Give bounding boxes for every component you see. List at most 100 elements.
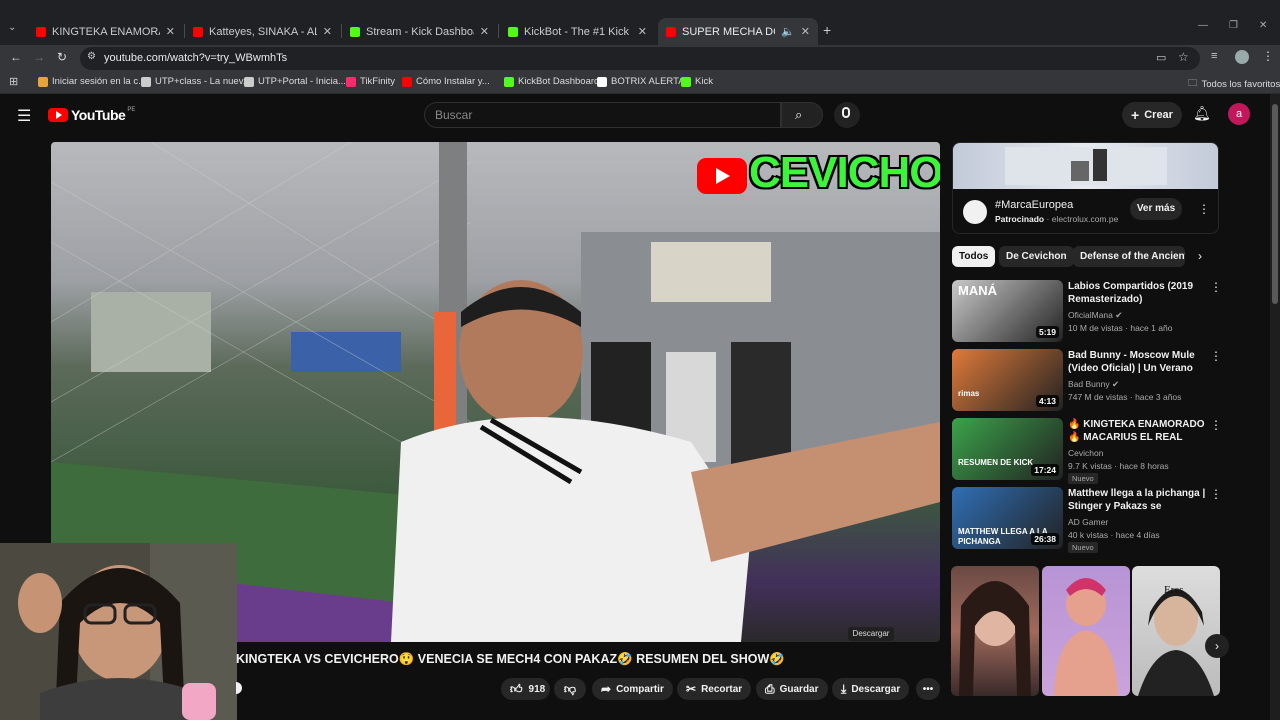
video-thumbnail[interactable]: MANÁ 5:19 — [952, 280, 1063, 342]
omnibox[interactable]: ⚙ youtube.com/watch?v=try_WBwmhTs ▭ ☆ — [80, 47, 1200, 70]
close-icon[interactable]: ✕ — [166, 25, 175, 38]
browser-tab-5-active[interactable]: SUPER MECHA DOTERA 🔈 ✕ — [658, 18, 818, 45]
video-title[interactable]: 🔥 KINGTEKA ENAMORADO🔥 MACARIUS EL REAL C… — [1068, 418, 1208, 445]
like-button[interactable]: 👍︎ 918 — [501, 678, 550, 700]
video-title: KINGTEKA VS CEVICHERO😲 VENECIA SE MECH4 … — [236, 652, 785, 666]
create-button[interactable]: + Crear — [1122, 102, 1182, 128]
search-input[interactable]: Buscar — [424, 102, 781, 128]
scissors-icon: ✂ — [686, 682, 697, 696]
ad-cta-button[interactable]: Ver más — [1130, 198, 1182, 220]
voice-search-button[interactable] — [834, 102, 860, 128]
video-thumbnail[interactable]: rimas 4:13 — [952, 349, 1063, 411]
restore-icon[interactable]: ❐ — [1229, 20, 1238, 31]
bookmark-item[interactable]: Kick — [681, 76, 713, 87]
media-controls-icon[interactable]: ≡ — [1211, 50, 1217, 62]
like-count: 918 — [528, 683, 546, 695]
ad-sponsor-line: Patrocinado · electrolux.com.pe — [995, 214, 1119, 224]
url-text[interactable]: youtube.com/watch?v=try_WBwmhTs — [104, 52, 287, 64]
recommended-video[interactable]: MANÁ 5:19 Labios Compartidos (2019 Remaste… — [952, 280, 1222, 344]
bookmark-item[interactable]: UTP+Portal - Inicia... — [244, 76, 346, 87]
dislike-button[interactable]: 👎︎ — [554, 678, 586, 700]
short-thumbnail[interactable] — [1042, 566, 1130, 696]
chip-from-channel[interactable]: De Cevichon — [999, 246, 1074, 267]
recommended-video[interactable]: MATTHEW LLEGA A LA PICHANGA 26:38 Matthew … — [952, 487, 1222, 553]
page-scrollbar[interactable] — [1270, 94, 1280, 720]
video-duration: 5:19 — [1035, 326, 1059, 338]
short-thumbnail[interactable] — [951, 566, 1039, 696]
clip-button[interactable]: ✂ Recortar — [677, 678, 752, 700]
bookmark-item[interactable]: Iniciar sesión en la c... — [38, 76, 146, 87]
search-button[interactable]: ⌕ — [781, 102, 823, 128]
hamburger-menu-icon[interactable]: ☰ — [17, 106, 31, 126]
chip-all[interactable]: Todos — [952, 246, 996, 267]
download-button[interactable]: ⤓ Descargar — [832, 678, 910, 700]
video-title[interactable]: Labios Compartidos (2019 Remasterizado) — [1068, 280, 1208, 306]
close-window-icon[interactable]: ✕ — [1259, 20, 1267, 31]
install-app-icon[interactable]: ▭ — [1156, 51, 1166, 64]
browser-tab-2[interactable]: Katteyes, SINAKA - ALO (Video ✕ — [185, 18, 340, 45]
bookmark-item[interactable]: UTP+class - La nuev... — [141, 76, 251, 87]
site-info-icon[interactable]: ⚙ — [87, 51, 96, 62]
bookmark-item[interactable]: Cómo Instalar y... — [402, 76, 490, 87]
bookmark-icon: ⎙ — [765, 681, 775, 696]
save-button[interactable]: ⎙ Guardar — [756, 678, 828, 700]
close-icon[interactable]: ✕ — [480, 25, 489, 38]
tab-search-icon[interactable]: ⌄ — [8, 22, 16, 33]
close-icon[interactable]: ✕ — [638, 25, 647, 38]
channel-avatar-partial[interactable] — [236, 682, 242, 694]
forward-icon[interactable]: → — [33, 50, 45, 64]
youtube-header: ☰ YouTube PE Buscar ⌕ + Crear 🔔︎ a — [0, 94, 1280, 140]
thumbs-up-icon: 👍︎ — [510, 681, 523, 696]
bookmark-item[interactable]: BOTRIX ALERTAS — [597, 76, 691, 87]
more-options-icon[interactable]: ⋮ — [1210, 349, 1222, 363]
speaker-icon[interactable]: 🔈 — [781, 25, 795, 38]
menu-kebab-icon[interactable]: ⋮ — [1262, 49, 1274, 63]
browser-tab-3[interactable]: Stream - Kick Dashboard ✕ — [342, 18, 497, 45]
video-meta: 9.7 K vistas · hace 8 horas — [1068, 461, 1169, 471]
bookmark-star-icon[interactable]: ☆ — [1178, 50, 1189, 64]
bookmark-item[interactable]: TikFinity — [346, 76, 395, 87]
apps-grid-icon[interactable]: ⊞ — [9, 75, 18, 88]
more-actions-button[interactable]: ••• — [916, 678, 940, 700]
video-title[interactable]: Bad Bunny - Moscow Mule (Video Oficial) … — [1068, 349, 1208, 376]
more-options-icon[interactable]: ⋮ — [1210, 487, 1222, 501]
chevron-right-icon[interactable]: › — [1198, 249, 1202, 263]
recommended-video[interactable]: RESUMEN DE KICK 17:24 🔥 KINGTEKA ENAMORADO… — [952, 418, 1222, 484]
reload-icon[interactable]: ↻ — [57, 50, 67, 64]
video-thumbnail[interactable]: MATTHEW LLEGA A LA PICHANGA 26:38 — [952, 487, 1063, 549]
profile-icon[interactable] — [1235, 50, 1249, 64]
close-icon[interactable]: ✕ — [801, 25, 810, 38]
ad-more-icon[interactable]: ⋮ — [1198, 202, 1210, 216]
short-thumbnail[interactable]: Eres — [1132, 566, 1220, 696]
scrollbar-thumb[interactable] — [1272, 104, 1278, 304]
shorts-next-button[interactable]: › — [1205, 634, 1229, 658]
channel-name[interactable]: Cevichon — [1068, 448, 1103, 458]
microphone-icon — [842, 107, 850, 118]
close-icon[interactable]: ✕ — [323, 25, 332, 38]
avatar[interactable]: a — [1228, 103, 1250, 125]
notifications-bell-icon[interactable]: 🔔︎ — [1193, 105, 1211, 122]
browser-tab-1[interactable]: KINGTEKA ENAMORADO🔥 ✕ — [28, 18, 183, 45]
plus-icon: + — [1131, 107, 1140, 123]
recommended-video[interactable]: rimas 4:13 Bad Bunny - Moscow Mule (Video … — [952, 349, 1222, 413]
video-title[interactable]: Matthew llega a la pichanga | Stinger y … — [1068, 487, 1208, 514]
minimize-icon[interactable]: — — [1198, 20, 1208, 31]
bookmark-item[interactable]: KickBot Dashboard — [504, 76, 599, 87]
all-bookmarks[interactable]: 🗀 Todos los favoritos — [1188, 76, 1280, 92]
channel-name[interactable]: Bad Bunny ✔ — [1068, 379, 1119, 390]
chip-dota[interactable]: Defense of the Ancients — [1073, 246, 1185, 267]
share-button[interactable]: ➦ Compartir — [592, 678, 673, 700]
more-options-icon[interactable]: ⋮ — [1210, 280, 1222, 294]
video-duration: 4:13 — [1035, 395, 1059, 407]
new-tab-icon[interactable]: + — [823, 22, 831, 38]
more-options-icon[interactable]: ⋮ — [1210, 418, 1222, 432]
youtube-logo[interactable]: YouTube PE — [48, 107, 135, 123]
video-thumbnail[interactable]: RESUMEN DE KICK 17:24 — [952, 418, 1063, 480]
back-icon[interactable]: ← — [10, 50, 22, 64]
bookmark-label: Iniciar sesión en la c... — [52, 76, 146, 87]
channel-name[interactable]: OficialMana ✔ — [1068, 310, 1122, 321]
short-caption: Eres — [1164, 584, 1184, 596]
browser-tab-4[interactable]: KickBot - The #1 Kick Bot for Ch ✕ — [500, 18, 655, 45]
ad-card[interactable]: #MarcaEuropea Patrocinado · electrolux.c… — [952, 142, 1219, 234]
channel-name[interactable]: AD Gamer — [1068, 517, 1108, 527]
